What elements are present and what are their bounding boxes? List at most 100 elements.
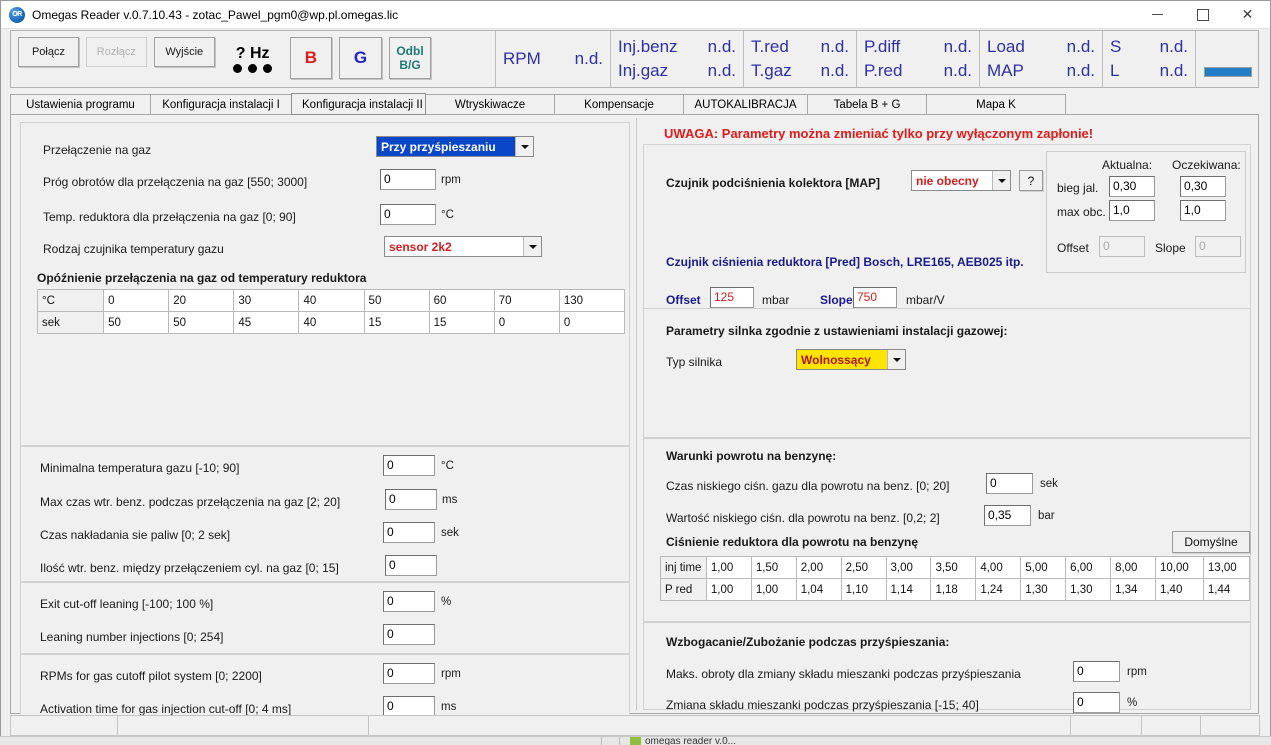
inj-time-cell[interactable]: 5,00 [1020,556,1067,579]
map-sensor-select[interactable]: nie obecny [911,170,1011,191]
p-red-cell[interactable]: 1,04 [795,578,842,601]
delay-sec-cell[interactable]: 15 [363,311,430,334]
map-help-button[interactable]: ? [1019,170,1043,191]
p-red-cell[interactable]: 1,30 [1065,578,1112,601]
inj-time-cell[interactable]: 1,00 [705,556,752,579]
p-red-cell[interactable]: 1,24 [975,578,1022,601]
min-gas-temp-input[interactable]: 0 [383,455,435,476]
tab-kompensacje[interactable]: Kompensacje [554,94,684,115]
content-area: Przełączenie na gaz Przy przyśpieszaniu … [10,114,1259,726]
activation-time-input[interactable]: 0 [383,696,435,717]
delay-temp-cell[interactable]: 40 [298,289,365,312]
low-press-time-label: Czas niskiego ciśn. gazu dla powrotu na … [666,479,950,493]
maxload-actual-input[interactable]: 1,0 [1109,200,1155,221]
pressure-table: inj time 1,00 1,50 2,00 2,50 3,00 3,50 4… [660,556,1251,601]
max-petrol-time-input[interactable]: 0 [385,489,437,510]
delay-temp-cell[interactable]: 60 [428,289,495,312]
reducer-temp-input[interactable]: 0 [380,204,436,225]
rpm-threshold-input[interactable]: 0 [380,169,436,190]
offset-input[interactable]: 125 [710,287,754,308]
p-red-cell[interactable]: 1,44 [1202,578,1251,601]
map-slope-input[interactable]: 0 [1195,236,1241,257]
p-red-cell[interactable]: 1,00 [705,578,752,601]
mix-change-unit: % [1127,697,1138,709]
inj-time-cell[interactable]: 4,00 [975,556,1022,579]
min-gas-temp-label: Minimalna temperatura gazu [-10; 90] [40,461,240,475]
tab-mapa-k[interactable]: Mapa K [926,94,1066,115]
delay-sec-cell[interactable]: 0 [493,311,560,334]
petrol-mode-button[interactable]: B [289,37,333,79]
delay-sec-cell[interactable]: 15 [428,311,495,334]
engine-type-select[interactable]: Wolnossący [796,349,906,370]
delay-sec-cell[interactable]: 50 [168,311,235,334]
idle-actual-input[interactable]: 0,30 [1109,176,1155,197]
tab-tabela-b-g[interactable]: Tabela B + G [807,94,927,115]
connect-button[interactable]: Połącz [18,37,79,67]
exit-button[interactable]: Wyjście [153,37,215,67]
inj-time-cell[interactable]: 6,00 [1065,556,1112,579]
right-panel: UWAGA: Parametry można zmieniać tylko pr… [636,118,1257,713]
gauge-load-map: Load n.d. MAP n.d. [979,31,1102,87]
toolbar: Połącz Rozłącz Wyjście ? Hz B G Odbl B/G… [10,30,1259,88]
gas-mode-button[interactable]: G [339,37,382,79]
delay-temp-cell[interactable]: 0 [103,289,170,312]
inj-time-cell[interactable]: 2,00 [795,556,842,579]
tab-konfiguracja-instalacji-2[interactable]: Konfiguracja instalacji II [291,93,426,115]
delay-temp-cell[interactable]: 70 [493,289,560,312]
tab-wtryskiwacze[interactable]: Wtryskiwacze [425,94,555,115]
delay-sec-cell[interactable]: 0 [558,311,626,334]
low-press-time-input[interactable]: 0 [986,473,1033,494]
p-red-cell[interactable]: 1,10 [840,578,887,601]
defaults-button[interactable]: Domyślne [1172,531,1250,553]
inj-time-cell[interactable]: 1,50 [750,556,797,579]
inj-time-cell[interactable]: 2,50 [840,556,887,579]
delay-sec-cell[interactable]: 50 [103,311,170,334]
delay-temp-cell[interactable]: 130 [558,289,626,312]
inj-time-cell[interactable]: 10,00 [1154,556,1204,579]
idle-expected-input[interactable]: 0,30 [1180,176,1226,197]
slope-input[interactable]: 750 [853,287,897,308]
minimize-button[interactable] [1135,1,1180,28]
p-red-cell[interactable]: 1,18 [930,578,977,601]
window-title: Omegas Reader v.0.7.10.43 - zotac_Pawel_… [32,7,399,22]
maxload-expected-input[interactable]: 1,0 [1180,200,1226,221]
disconnect-button[interactable]: Rozłącz [85,37,147,67]
injections-between-input[interactable]: 0 [385,555,437,576]
chevron-down-icon[interactable] [523,237,541,256]
p-red-cell[interactable]: 1,30 [1020,578,1067,601]
low-press-value-input[interactable]: 0,35 [984,505,1031,526]
map-offset-input[interactable]: 0 [1099,236,1145,257]
chevron-down-icon[interactable] [515,137,533,156]
chevron-down-icon[interactable] [992,171,1010,190]
inj-time-cell[interactable]: 8,00 [1110,556,1156,579]
inj-time-cell[interactable]: 13,00 [1202,556,1251,579]
gauge-l-value: n.d. [1159,61,1189,80]
mix-change-input[interactable]: 0 [1073,692,1120,713]
switch-to-gas-select[interactable]: Przy przyśpieszaniu [376,136,534,157]
leaning-injections-input[interactable]: 0 [383,624,435,645]
p-red-cell[interactable]: 1,00 [750,578,797,601]
close-button[interactable]: ✕ [1225,1,1270,28]
p-red-cell[interactable]: 1,34 [1110,578,1156,601]
rpm-cutoff-input[interactable]: 0 [383,663,435,684]
tab-ustawienia-programu[interactable]: Ustawienia programu [10,94,151,115]
delay-sec-cell[interactable]: 45 [233,311,300,334]
overlap-input[interactable]: 0 [383,522,435,543]
gauge-inj-benz-label: Inj.benz [618,37,678,56]
max-rpm-input[interactable]: 0 [1073,661,1120,682]
inj-time-cell[interactable]: 3,00 [885,556,932,579]
unlock-bg-button[interactable]: Odbl B/G [388,37,432,79]
chevron-down-icon[interactable] [887,350,905,369]
gas-sensor-select[interactable]: sensor 2k2 [384,236,542,257]
delay-temp-cell[interactable]: 20 [168,289,235,312]
delay-temp-cell[interactable]: 30 [233,289,300,312]
exit-cutoff-input[interactable]: 0 [383,591,435,612]
p-red-cell[interactable]: 1,14 [885,578,932,601]
p-red-cell[interactable]: 1,40 [1154,578,1204,601]
delay-sec-cell[interactable]: 40 [298,311,365,334]
maximize-button[interactable] [1180,1,1225,28]
delay-temp-cell[interactable]: 50 [363,289,430,312]
inj-time-cell[interactable]: 3,50 [930,556,977,579]
tab-konfiguracja-instalacji-1[interactable]: Konfiguracja instalacji I [150,94,292,115]
tab-autokalibracja[interactable]: AUTOKALIBRACJA [683,94,808,115]
